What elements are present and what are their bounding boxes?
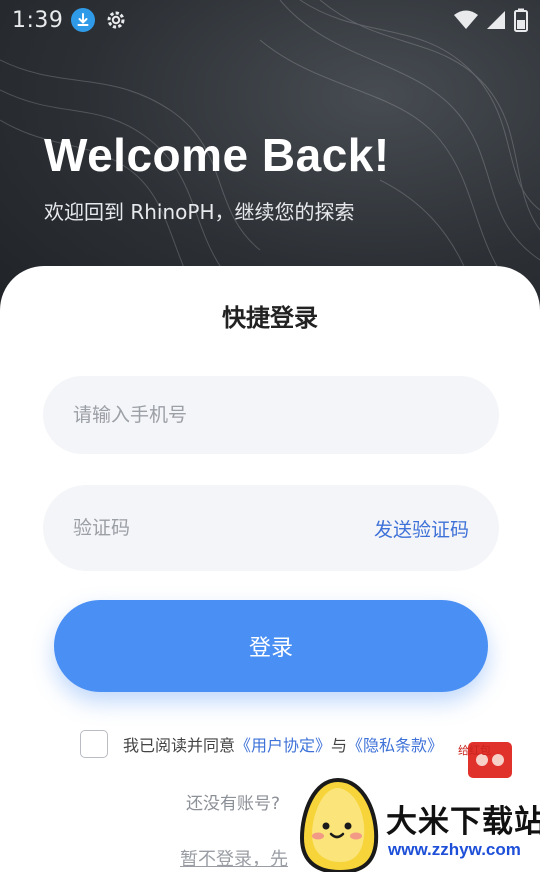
watermark-brand: 大米下载站 [386,804,540,840]
login-title: 快捷登录 [222,304,318,332]
watermark-url: www.zzhyw.com [388,840,521,859]
welcome-title: Welcome Back! [44,129,390,181]
phone-field[interactable] [43,376,499,454]
no-account-text: 还没有账号? [186,794,281,814]
code-field[interactable]: 发送验证码 [43,485,499,571]
status-bar: 1:39 [0,0,540,40]
login-button[interactable]: 登录 [54,600,488,692]
skip-login-link[interactable]: 暂不登录，先 [180,845,288,871]
rice-mascot-icon [299,777,379,872]
phone-input[interactable] [73,404,469,426]
envelope-text: 给红包 [458,744,491,757]
code-input[interactable] [73,517,362,539]
red-envelope-icon: 给红包 [458,742,512,778]
send-code-button[interactable]: 发送验证码 [374,515,469,542]
agreement-checkbox[interactable] [80,730,108,758]
wifi-icon [454,10,478,29]
welcome-subtitle: 欢迎回到 RhinoPH，继续您的探索 [44,200,355,224]
site-watermark: 给红包 大米下载站 www.zzhyw.com [298,740,540,872]
agreement-prefix: 我已阅读并同意 [123,736,236,755]
status-indicators [454,8,528,32]
battery-icon [514,8,528,32]
signal-icon [487,11,505,29]
gear-icon [107,11,125,29]
status-time: 1:39 [12,7,64,33]
download-icon [71,8,96,32]
